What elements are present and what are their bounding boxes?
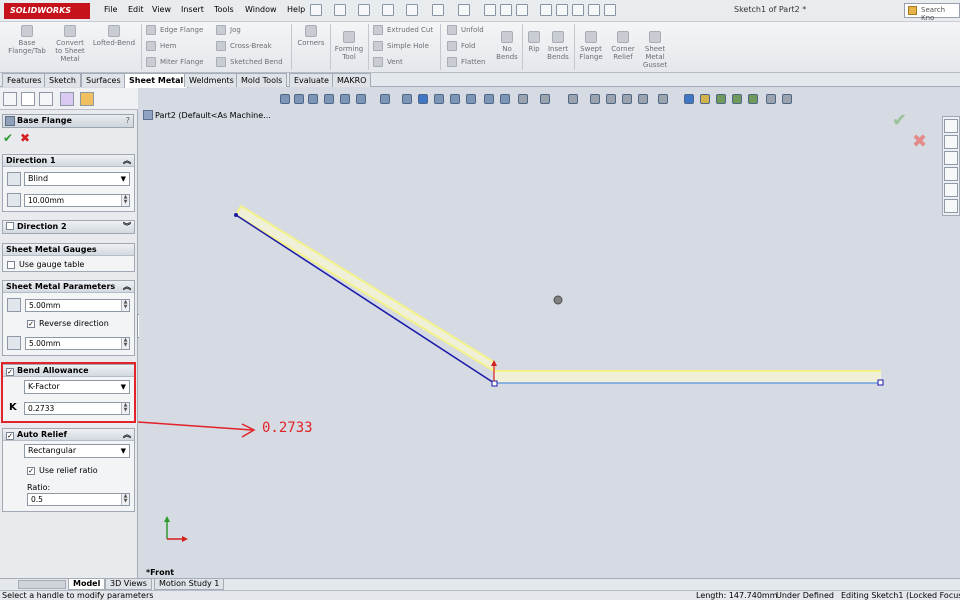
status-length: Length: 147.740mm — [696, 591, 778, 600]
inclined-flange-face — [234, 204, 495, 373]
bottom-tabs: Model 3D Views Motion Study 1 — [0, 578, 960, 590]
horizontal-flange-face — [494, 371, 881, 383]
origin-x-arrow — [182, 536, 188, 542]
view-name-label: *Front — [146, 568, 175, 577]
annotation-arrow-line — [137, 421, 253, 431]
tab-3d-views[interactable]: 3D Views — [105, 579, 152, 590]
status-editing: Editing Sketch1 (Locked Focus) — [841, 591, 960, 600]
sketch-endpoint[interactable] — [234, 213, 238, 217]
status-definition: Under Defined — [776, 591, 834, 600]
tab-model[interactable]: Model — [68, 579, 106, 590]
k-factor-annotation: 0.2733 — [262, 420, 313, 436]
status-bar: Select a handle to modify parameters Len… — [0, 590, 960, 600]
tab-motion-study[interactable]: Motion Study 1 — [154, 579, 225, 590]
sketch-vertex-handle[interactable] — [491, 380, 498, 387]
origin-y-arrow — [164, 516, 170, 522]
tab-scroll-controls[interactable] — [18, 580, 66, 589]
sketch-endpoint-handle[interactable] — [877, 379, 884, 386]
sketch-geometry — [137, 204, 884, 542]
sketch-line-inclined[interactable] — [235, 214, 495, 384]
drag-handle-sphere[interactable] — [553, 295, 563, 305]
status-message: Select a handle to modify parameters — [2, 591, 154, 600]
annotation-arrow-head — [241, 423, 256, 438]
